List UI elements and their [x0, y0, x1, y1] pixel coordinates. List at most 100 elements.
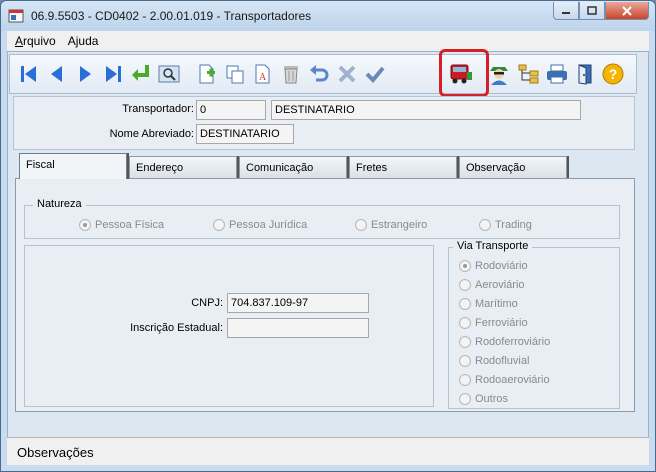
radio-selected-icon: [79, 219, 91, 231]
user-button[interactable]: [486, 61, 512, 87]
natureza-option-trading[interactable]: Trading: [479, 219, 532, 231]
close-icon: [622, 5, 632, 16]
user-agent-icon: [490, 67, 508, 85]
cnpj-field[interactable]: 704.837.109-97: [227, 293, 369, 313]
undo-icon: [310, 65, 329, 82]
radio-icon: [459, 374, 471, 386]
tree-button[interactable]: [516, 61, 542, 87]
radio-icon: [459, 355, 471, 367]
via-option-label: Marítimo: [475, 298, 518, 310]
radio-selected-icon: [459, 260, 471, 272]
natureza-option-label: Pessoa Jurídica: [229, 219, 308, 231]
help-button[interactable]: ?: [600, 61, 626, 87]
menu-ajuda-pre: A: [67, 34, 76, 48]
first-button[interactable]: [16, 61, 42, 87]
svg-text:?: ?: [609, 66, 618, 82]
minimize-button[interactable]: [553, 2, 579, 20]
tab-comunicacao[interactable]: Comunicação: [239, 156, 347, 178]
last-button[interactable]: [100, 61, 126, 87]
menu-ajuda[interactable]: Ajuda: [68, 34, 99, 48]
natureza-group: Natureza Pessoa Física Pessoa Jurídica E…: [24, 198, 620, 239]
via-option-outros[interactable]: Outros: [459, 393, 508, 405]
radio-icon: [459, 336, 471, 348]
next-icon: [80, 66, 91, 82]
natureza-title: Natureza: [33, 198, 86, 210]
next-button[interactable]: [72, 61, 98, 87]
goto-icon: [132, 65, 149, 81]
via-transporte-title: Via Transporte: [453, 240, 533, 252]
trash-icon: [284, 66, 298, 84]
menu-arquivo-accel: A: [15, 34, 24, 48]
close-button[interactable]: [605, 2, 649, 20]
copy-icon: [226, 65, 244, 84]
print-button[interactable]: [544, 61, 570, 87]
tab-endereco[interactable]: Endereço: [129, 156, 237, 178]
search-icon: [158, 65, 180, 83]
copy-button[interactable]: [222, 61, 248, 87]
via-option-rodofluvial[interactable]: Rodofluvial: [459, 355, 529, 367]
cancel-button[interactable]: [334, 61, 360, 87]
cancel-x-icon: [338, 65, 356, 83]
tab-fiscal[interactable]: Fiscal: [19, 153, 127, 179]
radio-icon: [459, 279, 471, 291]
header-panel: Transportador: 0 DESTINATARIO Nome Abrev…: [13, 96, 635, 150]
inscricao-estadual-label: Inscrição Estadual:: [130, 322, 223, 334]
edit-text-icon: A: [255, 64, 270, 84]
svg-text:A: A: [259, 72, 267, 83]
radio-icon: [459, 298, 471, 310]
confirm-button[interactable]: [362, 61, 388, 87]
radio-icon: [459, 393, 471, 405]
search-button[interactable]: [156, 61, 182, 87]
transportador-name-field[interactable]: DESTINATARIO: [271, 100, 581, 120]
radio-icon: [479, 219, 491, 231]
via-option-label: Rodofluvial: [475, 355, 530, 367]
nome-abreviado-label: Nome Abreviado:: [109, 128, 194, 140]
natureza-option-label: Estrangeiro: [371, 219, 428, 231]
previous-button[interactable]: [44, 61, 70, 87]
via-option-aeroviario[interactable]: Aeroviário: [459, 279, 525, 291]
natureza-option-estrangeiro[interactable]: Estrangeiro: [355, 219, 427, 231]
previous-icon: [51, 66, 62, 82]
via-option-rodoviario[interactable]: Rodoviário: [459, 260, 528, 272]
app-icon: [8, 9, 24, 23]
truck-button-highlight: [439, 49, 489, 97]
goto-button[interactable]: [128, 61, 154, 87]
tab-fretes[interactable]: Fretes: [349, 156, 457, 178]
status-bar: Observações: [7, 437, 649, 465]
via-option-rodoaeroviario[interactable]: Rodoaeroviário: [459, 374, 550, 386]
tab-panel-fiscal: Natureza Pessoa Física Pessoa Jurídica E…: [15, 178, 635, 412]
nome-abreviado-field[interactable]: DESTINATARIO: [196, 124, 294, 144]
natureza-option-pessoa-juridica[interactable]: Pessoa Jurídica: [213, 219, 307, 231]
first-icon: [21, 66, 36, 82]
last-icon: [106, 66, 121, 82]
add-button[interactable]: [194, 61, 220, 87]
menu-ajuda-rest: uda: [78, 34, 99, 48]
minimize-icon: [562, 11, 570, 14]
app-window: 06.9.5503 - CD0402 - 2.00.01.019 - Trans…: [0, 0, 656, 472]
exit-button[interactable]: [572, 61, 598, 87]
toolbar: A ?: [9, 54, 637, 94]
via-option-ferroviario[interactable]: Ferroviário: [459, 317, 528, 329]
menu-arquivo[interactable]: Arquivo: [15, 34, 56, 48]
menu-arquivo-rest: rquivo: [23, 34, 56, 48]
radio-icon: [459, 317, 471, 329]
exit-door-icon: [578, 64, 592, 85]
via-option-label: Rodoaeroviário: [475, 374, 550, 386]
natureza-option-label: Trading: [495, 219, 532, 231]
fiscal-data-group: CNPJ: 704.837.109-97 Inscrição Estadual:: [24, 245, 434, 407]
help-icon: ?: [602, 63, 624, 85]
undo-button[interactable]: [306, 61, 332, 87]
radio-icon: [355, 219, 367, 231]
maximize-button[interactable]: [579, 2, 605, 20]
natureza-option-pessoa-fisica[interactable]: Pessoa Física: [79, 219, 164, 231]
checkmark-icon: [365, 66, 385, 83]
via-option-label: Rodoviário: [475, 260, 528, 272]
via-option-maritimo[interactable]: Marítimo: [459, 298, 518, 310]
delete-button[interactable]: [278, 61, 304, 87]
transportador-code-field[interactable]: 0: [196, 100, 266, 120]
edit-button[interactable]: A: [250, 61, 276, 87]
via-option-rodoferroviario[interactable]: Rodoferroviário: [459, 336, 550, 348]
tab-observacao[interactable]: Observação: [459, 156, 567, 178]
maximize-icon: [587, 5, 597, 15]
inscricao-estadual-field[interactable]: [227, 318, 369, 338]
